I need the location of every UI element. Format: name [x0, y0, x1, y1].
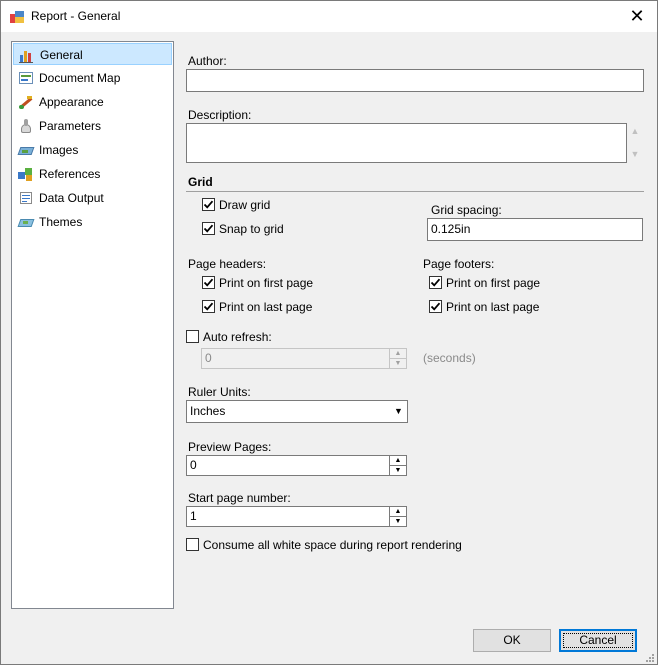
description-input[interactable]	[186, 123, 627, 163]
auto-refresh-checkbox[interactable]	[186, 330, 199, 343]
preview-pages-spinner[interactable]: ▲ ▼	[389, 455, 407, 476]
nav-item-general[interactable]: General	[13, 43, 172, 65]
snap-to-grid-label[interactable]: Snap to grid	[219, 222, 284, 236]
nav-item-parameters[interactable]: Parameters	[13, 115, 172, 137]
ok-button[interactable]: OK	[473, 629, 551, 652]
headers-last-page-label[interactable]: Print on last page	[219, 300, 312, 314]
page-footers-label: Page footers:	[423, 257, 495, 271]
nav-item-label: Parameters	[39, 119, 102, 133]
auto-refresh-spinner[interactable]: ▲ ▼	[389, 348, 407, 369]
nav-item-references[interactable]: References	[13, 163, 172, 185]
spin-up-icon[interactable]: ▲	[390, 507, 406, 517]
nav-item-document-map[interactable]: Document Map	[13, 67, 172, 89]
nav-item-appearance[interactable]: Appearance	[13, 91, 172, 113]
nav-item-images[interactable]: Images	[13, 139, 172, 161]
auto-refresh-label[interactable]: Auto refresh:	[203, 330, 272, 344]
themes-icon	[17, 214, 35, 230]
grid-separator	[186, 191, 644, 192]
grid-spacing-label: Grid spacing:	[431, 203, 502, 217]
nav-item-label: Data Output	[39, 191, 104, 205]
draw-grid-label[interactable]: Draw grid	[219, 198, 270, 212]
parameters-icon	[18, 118, 34, 134]
footers-first-page-label[interactable]: Print on first page	[446, 276, 540, 290]
headers-first-page-label[interactable]: Print on first page	[219, 276, 313, 290]
footers-first-page-checkbox[interactable]	[429, 276, 442, 289]
category-list[interactable]: General Document Map Appearance Paramete…	[11, 41, 174, 609]
nav-item-label: Appearance	[39, 95, 104, 109]
author-label: Author:	[188, 54, 227, 68]
scroll-up-icon[interactable]: ▲	[629, 126, 641, 136]
cancel-button[interactable]: Cancel	[559, 629, 637, 652]
spin-up-icon[interactable]: ▲	[390, 456, 406, 466]
data-output-icon	[18, 190, 34, 206]
start-page-label: Start page number:	[188, 491, 291, 505]
grid-spacing-input[interactable]: 0.125in	[427, 218, 643, 241]
nav-item-themes[interactable]: Themes	[13, 211, 172, 233]
ruler-units-value: Inches	[190, 404, 226, 418]
nav-item-label: References	[39, 167, 101, 181]
headers-last-page-checkbox[interactable]	[202, 300, 215, 313]
close-icon[interactable]: ✕	[617, 1, 657, 32]
snap-to-grid-checkbox[interactable]	[202, 222, 215, 235]
document-map-icon	[18, 70, 34, 86]
preview-pages-label: Preview Pages:	[188, 440, 272, 454]
nav-item-label: Document Map	[39, 71, 121, 85]
images-icon	[17, 142, 35, 158]
paint-brush-icon	[18, 94, 34, 110]
spin-down-icon[interactable]: ▼	[390, 466, 406, 476]
bar-chart-icon	[19, 47, 35, 63]
auto-refresh-input[interactable]: 0	[201, 348, 390, 369]
cancel-button-label: Cancel	[579, 633, 617, 647]
author-input[interactable]	[186, 69, 644, 92]
ruler-units-label: Ruler Units:	[188, 385, 251, 399]
nav-item-label: Images	[39, 143, 79, 157]
preview-pages-input[interactable]: 0	[186, 455, 390, 476]
report-dialog: Report - General ✕ General Document Map	[0, 0, 658, 665]
window-title: Report - General	[31, 9, 121, 23]
spin-up-icon[interactable]: ▲	[390, 349, 406, 359]
headers-first-page-checkbox[interactable]	[202, 276, 215, 289]
start-page-spinner[interactable]: ▲ ▼	[389, 506, 407, 527]
resize-grip-icon[interactable]	[645, 652, 655, 662]
auto-refresh-unit: (seconds)	[423, 351, 476, 365]
consume-whitespace-checkbox[interactable]	[186, 538, 199, 551]
spin-down-icon[interactable]: ▼	[390, 359, 406, 369]
start-page-input[interactable]: 1	[186, 506, 390, 527]
ruler-units-select[interactable]: Inches	[186, 400, 408, 423]
draw-grid-checkbox[interactable]	[202, 198, 215, 211]
consume-whitespace-label[interactable]: Consume all white space during report re…	[203, 538, 462, 552]
chevron-down-icon[interactable]: ▼	[389, 401, 407, 422]
footers-last-page-checkbox[interactable]	[429, 300, 442, 313]
spin-down-icon[interactable]: ▼	[390, 517, 406, 527]
scroll-down-icon[interactable]: ▼	[629, 149, 641, 159]
footers-last-page-label[interactable]: Print on last page	[446, 300, 539, 314]
references-icon	[18, 166, 34, 182]
grid-heading: Grid	[188, 175, 213, 189]
nav-item-label: Themes	[39, 215, 83, 229]
nav-item-label: General	[40, 48, 83, 62]
page-headers-label: Page headers:	[188, 257, 267, 271]
nav-item-data-output[interactable]: Data Output	[13, 187, 172, 209]
report-app-icon	[10, 9, 24, 23]
description-label: Description:	[188, 108, 252, 122]
title-bar[interactable]: Report - General ✕	[1, 1, 657, 32]
